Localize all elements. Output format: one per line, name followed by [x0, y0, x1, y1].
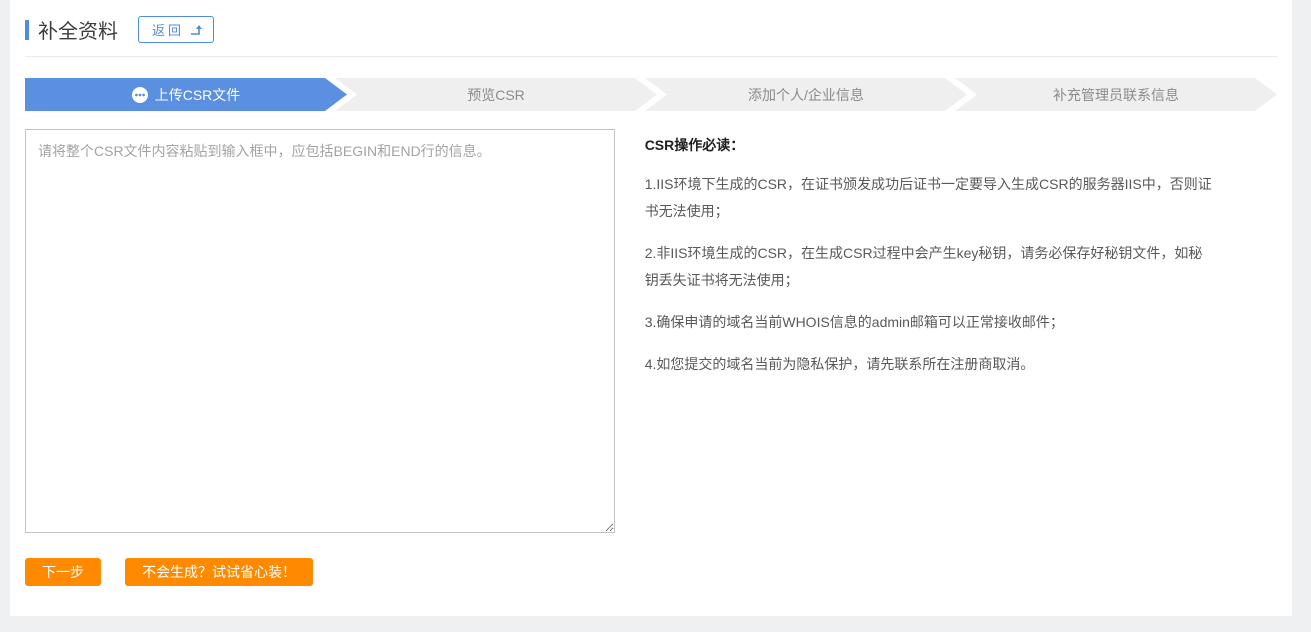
main-panel: 补全资料 返回 上传CSR文件 预: [10, 0, 1292, 616]
notes-title: CSR操作必读：: [645, 135, 1277, 155]
wizard-stepper: 上传CSR文件 预览CSR 添加个人/企业信息 补充管理员联系信息: [25, 78, 1277, 111]
csr-input[interactable]: [25, 129, 615, 533]
next-step-button[interactable]: 下一步: [25, 558, 101, 586]
step-preview-csr[interactable]: 预览CSR: [335, 78, 657, 111]
step-label: 添加个人/企业信息: [748, 85, 864, 105]
note-item: 1.IIS环境下生成的CSR，在证书颁发成功后证书一定要导入生成CSR的服务器I…: [645, 171, 1277, 225]
easy-install-button[interactable]: 不会生成？试试省心装！: [125, 558, 313, 586]
note-item: 3.确保申请的域名当前WHOIS信息的admin邮箱可以正常接收邮件；: [645, 309, 1277, 336]
content-area: CSR操作必读： 1.IIS环境下生成的CSR，在证书颁发成功后证书一定要导入生…: [25, 129, 1277, 533]
note-item: 2.非IIS环境生成的CSR，在生成CSR过程中会产生key秘钥，请务必保存好秘…: [645, 240, 1277, 294]
note-item: 4.如您提交的域名当前为隐私保护，请先联系所在注册商取消。: [645, 351, 1277, 378]
back-button-label: 返回: [152, 20, 184, 39]
step-label: 补充管理员联系信息: [1053, 85, 1179, 105]
step-admin-contact[interactable]: 补充管理员联系信息: [955, 78, 1277, 111]
step-label: 预览CSR: [467, 85, 525, 105]
back-button[interactable]: 返回: [138, 16, 214, 43]
ellipsis-circle-icon: [132, 87, 148, 103]
actions-bar: 下一步 不会生成？试试省心装！: [25, 558, 1277, 586]
title-accent-bar: [25, 20, 29, 40]
step-add-info[interactable]: 添加个人/企业信息: [645, 78, 967, 111]
csr-notes-panel: CSR操作必读： 1.IIS环境下生成的CSR，在证书颁发成功后证书一定要导入生…: [645, 129, 1277, 393]
step-label: 上传CSR文件: [155, 85, 241, 105]
step-upload-csr[interactable]: 上传CSR文件: [25, 78, 347, 111]
page-header: 补全资料 返回: [25, 15, 1277, 57]
arrow-return-icon: [190, 24, 203, 36]
page-title: 补全资料: [38, 15, 118, 44]
